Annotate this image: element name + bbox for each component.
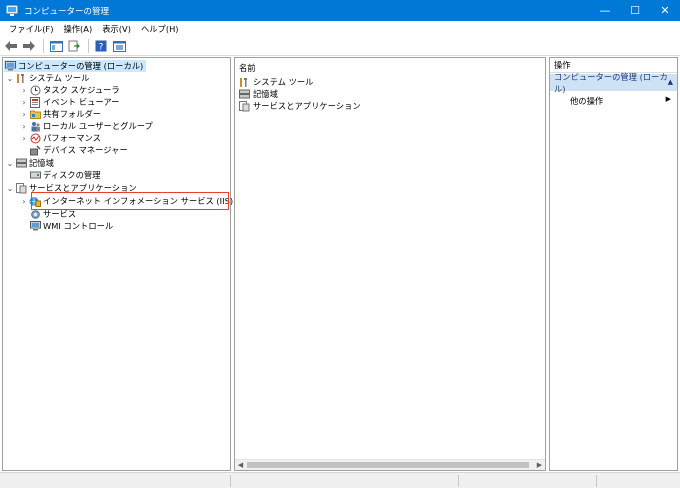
tree-item-root[interactable]: コンピューターの管理 (ローカル)	[4, 60, 147, 72]
menu-bar: ファイル(F) 操作(A) 表示(V) ヘルプ(H)	[0, 21, 680, 37]
action-section-header[interactable]: コンピューターの管理 (ローカル) ▲	[550, 72, 677, 94]
tree-item-label: ディスクの管理	[43, 170, 101, 180]
tree-item-label: ローカル ユーザーとグループ	[43, 121, 153, 131]
tree-item-shared-folders[interactable]: › 共有フォルダー	[19, 108, 101, 120]
tree-item-label: コンピューターの管理 (ローカル)	[18, 61, 144, 71]
column-header-name[interactable]: 名前	[239, 62, 256, 74]
tree-item-label: サービス	[43, 209, 77, 219]
submenu-arrow-icon: ▶	[665, 95, 671, 103]
services-apps-icon	[239, 100, 251, 112]
tree-item-storage[interactable]: ⌄ 記憶域	[5, 157, 54, 169]
action-pane: 操作 コンピューターの管理 (ローカル) ▲ 他の操作 ▶	[549, 57, 678, 471]
chevron-down-icon[interactable]: ⌄	[5, 74, 15, 83]
back-arrow-icon[interactable]	[3, 38, 19, 54]
toolbar: ?	[0, 37, 680, 56]
tree-item-label: イベント ビューアー	[43, 97, 120, 107]
tree-item-system-tools[interactable]: ⌄ システム ツール	[5, 72, 90, 84]
device-manager-icon	[29, 144, 41, 156]
collapse-up-icon[interactable]: ▲	[668, 78, 673, 86]
tree-item-label: パフォーマンス	[43, 133, 101, 143]
forward-arrow-icon[interactable]	[21, 38, 37, 54]
tree-item-local-users[interactable]: › ローカル ユーザーとグループ	[19, 120, 153, 132]
help-icon[interactable]: ?	[93, 38, 109, 54]
show-hide-tree-icon[interactable]	[48, 38, 64, 54]
clock-icon	[29, 85, 41, 96]
export-list-icon[interactable]	[66, 38, 82, 54]
toolbar-separator	[88, 39, 89, 53]
status-bar	[0, 472, 680, 488]
list-item-label: 記憶域	[253, 89, 278, 99]
performance-icon	[29, 133, 41, 144]
title-bar: コンピューターの管理 — ☐ ✕	[0, 0, 680, 21]
svg-text:?: ?	[99, 43, 104, 53]
action-more-actions[interactable]: 他の操作	[570, 95, 603, 107]
list-item-label: サービスとアプリケーション	[253, 101, 361, 111]
tree-item-label: デバイス マネージャー	[43, 145, 128, 155]
tree-item-label: WMI コントロール	[43, 221, 114, 231]
tree-item-event-viewer[interactable]: › イベント ビューアー	[19, 96, 119, 108]
action-section-label: コンピューターの管理 (ローカル)	[554, 71, 668, 94]
status-divider	[596, 475, 597, 487]
shared-folder-icon	[29, 109, 41, 120]
tree-item-performance[interactable]: › パフォーマンス	[19, 132, 101, 144]
list-item[interactable]: 記憶域	[239, 88, 278, 100]
tree-item-label: 記憶域	[29, 158, 54, 168]
scroll-right-icon[interactable]: ▶	[534, 460, 545, 470]
list-item-label: システム ツール	[253, 77, 314, 87]
tree-item-services[interactable]: サービス	[29, 208, 76, 220]
horizontal-scrollbar[interactable]: ◀ ▶	[235, 459, 545, 470]
properties-icon[interactable]	[111, 38, 127, 54]
menu-view[interactable]: 表示(V)	[97, 23, 136, 35]
tree-item-label: 共有フォルダー	[43, 109, 102, 119]
tree-item-task-scheduler[interactable]: › タスク スケジューラ	[19, 84, 120, 96]
list-item[interactable]: サービスとアプリケーション	[239, 100, 361, 112]
services-apps-icon	[15, 182, 27, 194]
chevron-right-icon[interactable]: ›	[19, 86, 29, 95]
toolbar-separator	[43, 39, 44, 53]
scroll-left-icon[interactable]: ◀	[235, 460, 246, 470]
menu-file[interactable]: ファイル(F)	[4, 23, 58, 35]
chevron-right-icon[interactable]: ›	[19, 134, 29, 143]
close-button[interactable]: ✕	[650, 0, 680, 21]
storage-icon	[15, 158, 27, 169]
list-item[interactable]: システム ツール	[239, 76, 313, 88]
tree-item-device-manager[interactable]: デバイス マネージャー	[29, 144, 128, 156]
minimize-button[interactable]: —	[590, 0, 620, 21]
gear-icon	[29, 209, 41, 220]
wmi-icon	[29, 221, 41, 232]
console-tree-pane[interactable]: コンピューターの管理 (ローカル) ⌄ システム ツール › タスク スケジュー…	[2, 57, 285, 471]
content-list-pane[interactable]: 名前 システム ツール 記憶域 サービスとアプリケーション ◀ ▶	[234, 57, 546, 471]
status-divider	[230, 475, 231, 487]
window-title: コンピューターの管理	[24, 6, 110, 17]
event-viewer-icon	[29, 96, 41, 108]
chevron-right-icon[interactable]: ›	[19, 197, 29, 206]
storage-icon	[239, 89, 251, 100]
chevron-right-icon[interactable]: ›	[19, 122, 29, 131]
tree-item-label: タスク スケジューラ	[43, 85, 120, 95]
menu-action[interactable]: 操作(A)	[58, 23, 97, 35]
computer-management-icon	[6, 5, 18, 16]
status-divider	[458, 475, 459, 487]
chevron-down-icon[interactable]: ⌄	[5, 159, 15, 168]
tree-item-label: システム ツール	[29, 73, 90, 83]
chevron-right-icon[interactable]: ›	[19, 98, 29, 107]
tools-icon	[239, 77, 251, 88]
computer-management-icon	[4, 61, 16, 72]
tree-item-wmi-control[interactable]: WMI コントロール	[29, 220, 113, 232]
menu-help[interactable]: ヘルプ(H)	[136, 23, 184, 35]
tools-icon	[15, 73, 27, 84]
maximize-button[interactable]: ☐	[620, 0, 650, 21]
users-icon	[29, 121, 41, 132]
chevron-down-icon[interactable]: ⌄	[5, 184, 15, 193]
disk-icon	[29, 170, 41, 181]
chevron-right-icon[interactable]: ›	[19, 110, 29, 119]
scrollbar-thumb[interactable]	[247, 462, 529, 468]
tree-item-disk-management[interactable]: ディスクの管理	[29, 169, 101, 181]
